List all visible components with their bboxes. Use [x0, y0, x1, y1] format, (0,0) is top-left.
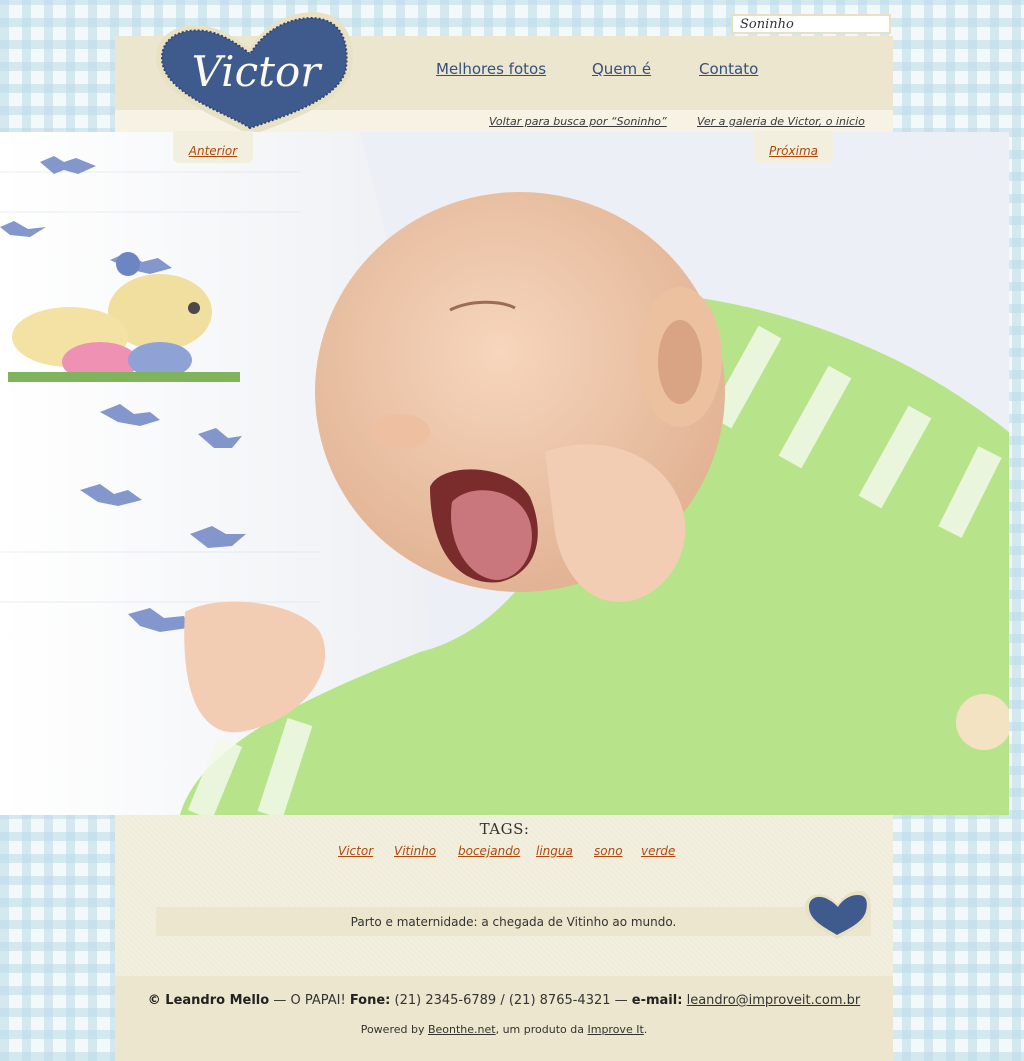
previous-photo-link[interactable]: Anterior	[173, 131, 253, 163]
photo-caption: Parto e maternidade: a chegada de Vitinh…	[156, 907, 871, 936]
improve-it-link[interactable]: Improve It	[587, 1023, 643, 1036]
logo-victor-heart[interactable]: Victor	[150, 6, 360, 146]
tag-verde[interactable]: verde	[641, 844, 675, 858]
back-to-search-link[interactable]: Voltar para busca por “Soninho”	[489, 115, 667, 128]
footer-email-label: e-mail:	[631, 993, 683, 1008]
footer-phone-label: Fone:	[349, 993, 391, 1008]
footer-papai: — O PAPAI!	[269, 993, 350, 1008]
footer-contact: © Leandro Mello — O PAPAI! Fone: (21) 23…	[115, 993, 893, 1008]
search-input[interactable]: Soninho	[731, 14, 891, 34]
beonthe-link[interactable]: Beonthe.net	[428, 1023, 496, 1036]
footer-powered: Powered by Beonthe.net, um produto da Im…	[115, 1023, 893, 1036]
logo-text: Victor	[192, 47, 324, 96]
footer	[115, 976, 893, 1061]
tag-sono[interactable]: sono	[594, 844, 623, 858]
nav-contato[interactable]: Contato	[699, 60, 758, 78]
tag-vitinho[interactable]: Vitinho	[394, 844, 436, 858]
tag-lingua[interactable]: lingua	[536, 844, 573, 858]
footer-author: © Leandro Mello	[147, 993, 270, 1008]
nav-quem-e[interactable]: Quem é	[592, 60, 651, 78]
tag-bocejando[interactable]: bocejando	[458, 844, 520, 858]
gallery-start-link[interactable]: Ver a galeria de Victor, o inicio	[697, 115, 865, 128]
heart-logo-icon: Victor	[156, 12, 353, 136]
powered-middle: , um produto da	[495, 1023, 588, 1036]
next-photo-link[interactable]: Próxima	[754, 131, 833, 163]
heart-icon	[803, 889, 873, 941]
powered-prefix: Powered by	[360, 1023, 428, 1036]
footer-email-link[interactable]: leandro@improveit.com.br	[687, 993, 861, 1008]
tags-title: TAGS:	[479, 820, 530, 838]
tag-victor[interactable]: Victor	[338, 844, 373, 858]
powered-suffix: .	[643, 1023, 648, 1036]
baby-yawning-photo-icon	[0, 132, 1009, 815]
nav-melhores-fotos[interactable]: Melhores fotos	[436, 60, 546, 78]
footer-phones: (21) 2345-6789 / (21) 8765-4321 —	[390, 993, 632, 1008]
photo	[0, 132, 1009, 815]
